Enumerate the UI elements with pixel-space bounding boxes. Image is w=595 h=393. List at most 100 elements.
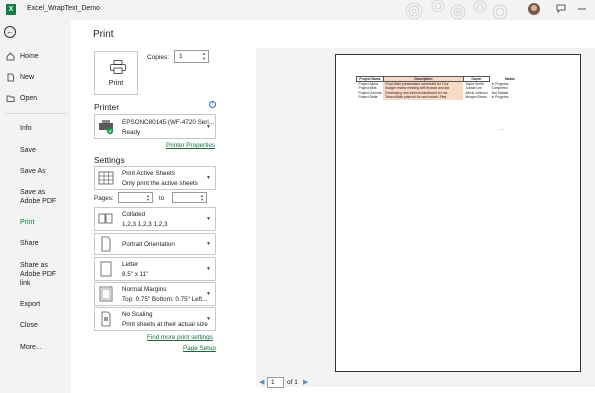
print-button-label: Print: [108, 80, 124, 87]
nav-share-as-adobe-pdf-link[interactable]: Share as Adobe PDF link: [0, 261, 58, 288]
nav-label: Home: [20, 53, 39, 60]
margins-title: Normal Margins: [122, 286, 167, 293]
column-header: Project Name: [356, 76, 384, 82]
printer-ready-icon: [99, 119, 114, 134]
preview-table: Project Name Description Owner Status Pr…: [356, 76, 530, 100]
print-what-dropdown[interactable]: Print Active Sheets Only print the activ…: [94, 166, 216, 190]
nav-label: More...: [20, 344, 42, 351]
margins-subtitle: Top: 0.75" Bottom: 0.75" Left...: [122, 296, 208, 303]
print-button[interactable]: Print: [94, 51, 138, 95]
printer-properties-link[interactable]: Printer Properties: [166, 142, 215, 149]
nav-close[interactable]: Close: [0, 321, 70, 330]
info-icon[interactable]: i: [209, 101, 216, 108]
paper-size-subtitle: 8.5" x 11": [122, 271, 149, 278]
printer-icon: [110, 60, 126, 74]
table-cell: In Progress: [491, 95, 509, 100]
collation-title: Collated: [122, 211, 146, 218]
nav-info[interactable]: Info: [0, 124, 70, 133]
collation-subtitle: 1,2,3 1,2,3 1,2,3: [122, 221, 168, 228]
collation-dropdown[interactable]: Collated 1,2,3 1,2,3 1,2,3 ▼: [94, 207, 216, 231]
nav-print[interactable]: Print: [0, 218, 70, 227]
previous-page-icon[interactable]: ◀: [259, 378, 264, 386]
nav-save[interactable]: Save: [0, 146, 70, 155]
portrait-page-icon: [101, 236, 111, 252]
print-what-title: Print Active Sheets: [122, 170, 175, 177]
chevron-down-icon: ▼: [206, 266, 211, 272]
pages-from-input[interactable]: ▲ ▼: [118, 192, 153, 203]
chevron-down-icon: ▼: [206, 316, 211, 322]
chevron-down-icon: ▼: [206, 241, 211, 247]
nav-new[interactable]: New: [0, 73, 70, 82]
table-cell: Morgan Brown: [465, 95, 487, 100]
nav-label: Share: [20, 240, 39, 247]
current-page: 1: [271, 379, 275, 386]
scaling-dropdown[interactable]: No Scaling Print sheets at their actual …: [94, 307, 216, 331]
pages-to-input[interactable]: ▲ ▼: [172, 192, 207, 203]
backstage-nav: ← Home New Open Info Save Save As Save a…: [0, 20, 70, 393]
nav-label: Export: [20, 301, 41, 308]
printer-status: Ready: [122, 129, 141, 136]
copies-input[interactable]: 1 ▲ ▼: [174, 50, 209, 63]
more-print-settings-link[interactable]: Find more print settings: [147, 334, 213, 341]
chevron-down-icon: ▼: [206, 291, 211, 297]
spin-down-icon[interactable]: ▼: [146, 198, 150, 202]
spin-down-icon[interactable]: ▼: [200, 198, 204, 202]
page-footer-text: ......: [498, 127, 504, 131]
nav-label: Share as Adobe PDF link: [20, 262, 57, 287]
chevron-down-icon: ▼: [206, 175, 211, 181]
feedback-icon[interactable]: [555, 4, 567, 16]
spin-down-icon[interactable]: ▼: [202, 57, 206, 61]
printer-dropdown[interactable]: EPSONC80145 (WF-4720 Seri... Ready ▼: [94, 114, 216, 139]
margins-dropdown[interactable]: Normal Margins Top: 0.75" Bottom: 0.75" …: [94, 282, 216, 306]
document-title: Excel_WrapText_Demo: [27, 5, 101, 12]
nav-open[interactable]: Open: [0, 94, 70, 103]
nav-home[interactable]: Home: [0, 52, 70, 61]
nav-label: Save as Adobe PDF: [20, 189, 57, 205]
nav-more[interactable]: More...: [0, 343, 70, 352]
to-label: to: [159, 195, 165, 202]
nav-label: Info: [20, 125, 32, 132]
nav-export[interactable]: Export: [0, 300, 70, 309]
table-row: Project Delta Team offsite planned for n…: [357, 95, 530, 100]
nav-label: Save: [20, 147, 36, 154]
nav-label: Close: [20, 322, 38, 329]
printer-heading: Printer: [94, 102, 120, 112]
settings-heading: Settings: [94, 155, 125, 165]
new-file-icon: [6, 73, 16, 83]
decorative-swirl-pattern: [405, 0, 508, 20]
nav-share[interactable]: Share: [0, 239, 70, 248]
nav-save-as[interactable]: Save As: [0, 167, 70, 176]
copies-label: Copies:: [147, 54, 170, 61]
orientation-value: Portrait Orientation: [122, 241, 175, 248]
page-count: of 1: [287, 379, 298, 386]
page-title: Print: [93, 29, 114, 40]
print-preview-page: Project Name Description Owner Status Pr…: [335, 54, 581, 372]
scaling-icon: [101, 311, 111, 327]
page-setup-link[interactable]: Page Setup: [183, 345, 216, 352]
pages-label: Pages:: [94, 195, 114, 202]
sheet-grid-icon: [98, 171, 114, 185]
nav-label: Open: [20, 95, 38, 102]
nav-label: New: [20, 74, 35, 81]
margins-icon: [99, 286, 113, 302]
folder-icon: [6, 94, 16, 104]
paper-size-title: Letter: [122, 261, 139, 268]
next-page-icon[interactable]: ▶: [303, 378, 308, 386]
nav-divider: [6, 113, 66, 114]
avatar[interactable]: [528, 3, 540, 15]
print-pane: Print Print Copies: 1 ▲ ▼ Printer i EPSO…: [71, 20, 595, 393]
paper-size-icon: [100, 261, 112, 277]
back-arrow-icon[interactable]: ←: [4, 26, 16, 38]
nav-label: Save As: [20, 168, 46, 175]
chevron-down-icon: ▼: [206, 216, 211, 222]
print-what-subtitle: Only print the active sheets: [122, 180, 198, 187]
paper-size-dropdown[interactable]: Letter 8.5" x 11" ▼: [94, 257, 216, 281]
nav-save-as-adobe-pdf[interactable]: Save as Adobe PDF: [0, 188, 62, 206]
page-number-input[interactable]: 1: [267, 377, 284, 388]
table-cell: Team offsite planned for next month. Ple…: [383, 95, 464, 100]
chevron-down-icon: ▼: [206, 123, 211, 130]
scaling-subtitle: Print sheets at their actual size: [122, 321, 208, 328]
title-bar: X Excel_WrapText_Demo: [0, 0, 595, 20]
orientation-dropdown[interactable]: Portrait Orientation ▼: [94, 233, 216, 255]
minimize-icon[interactable]: [576, 4, 588, 16]
